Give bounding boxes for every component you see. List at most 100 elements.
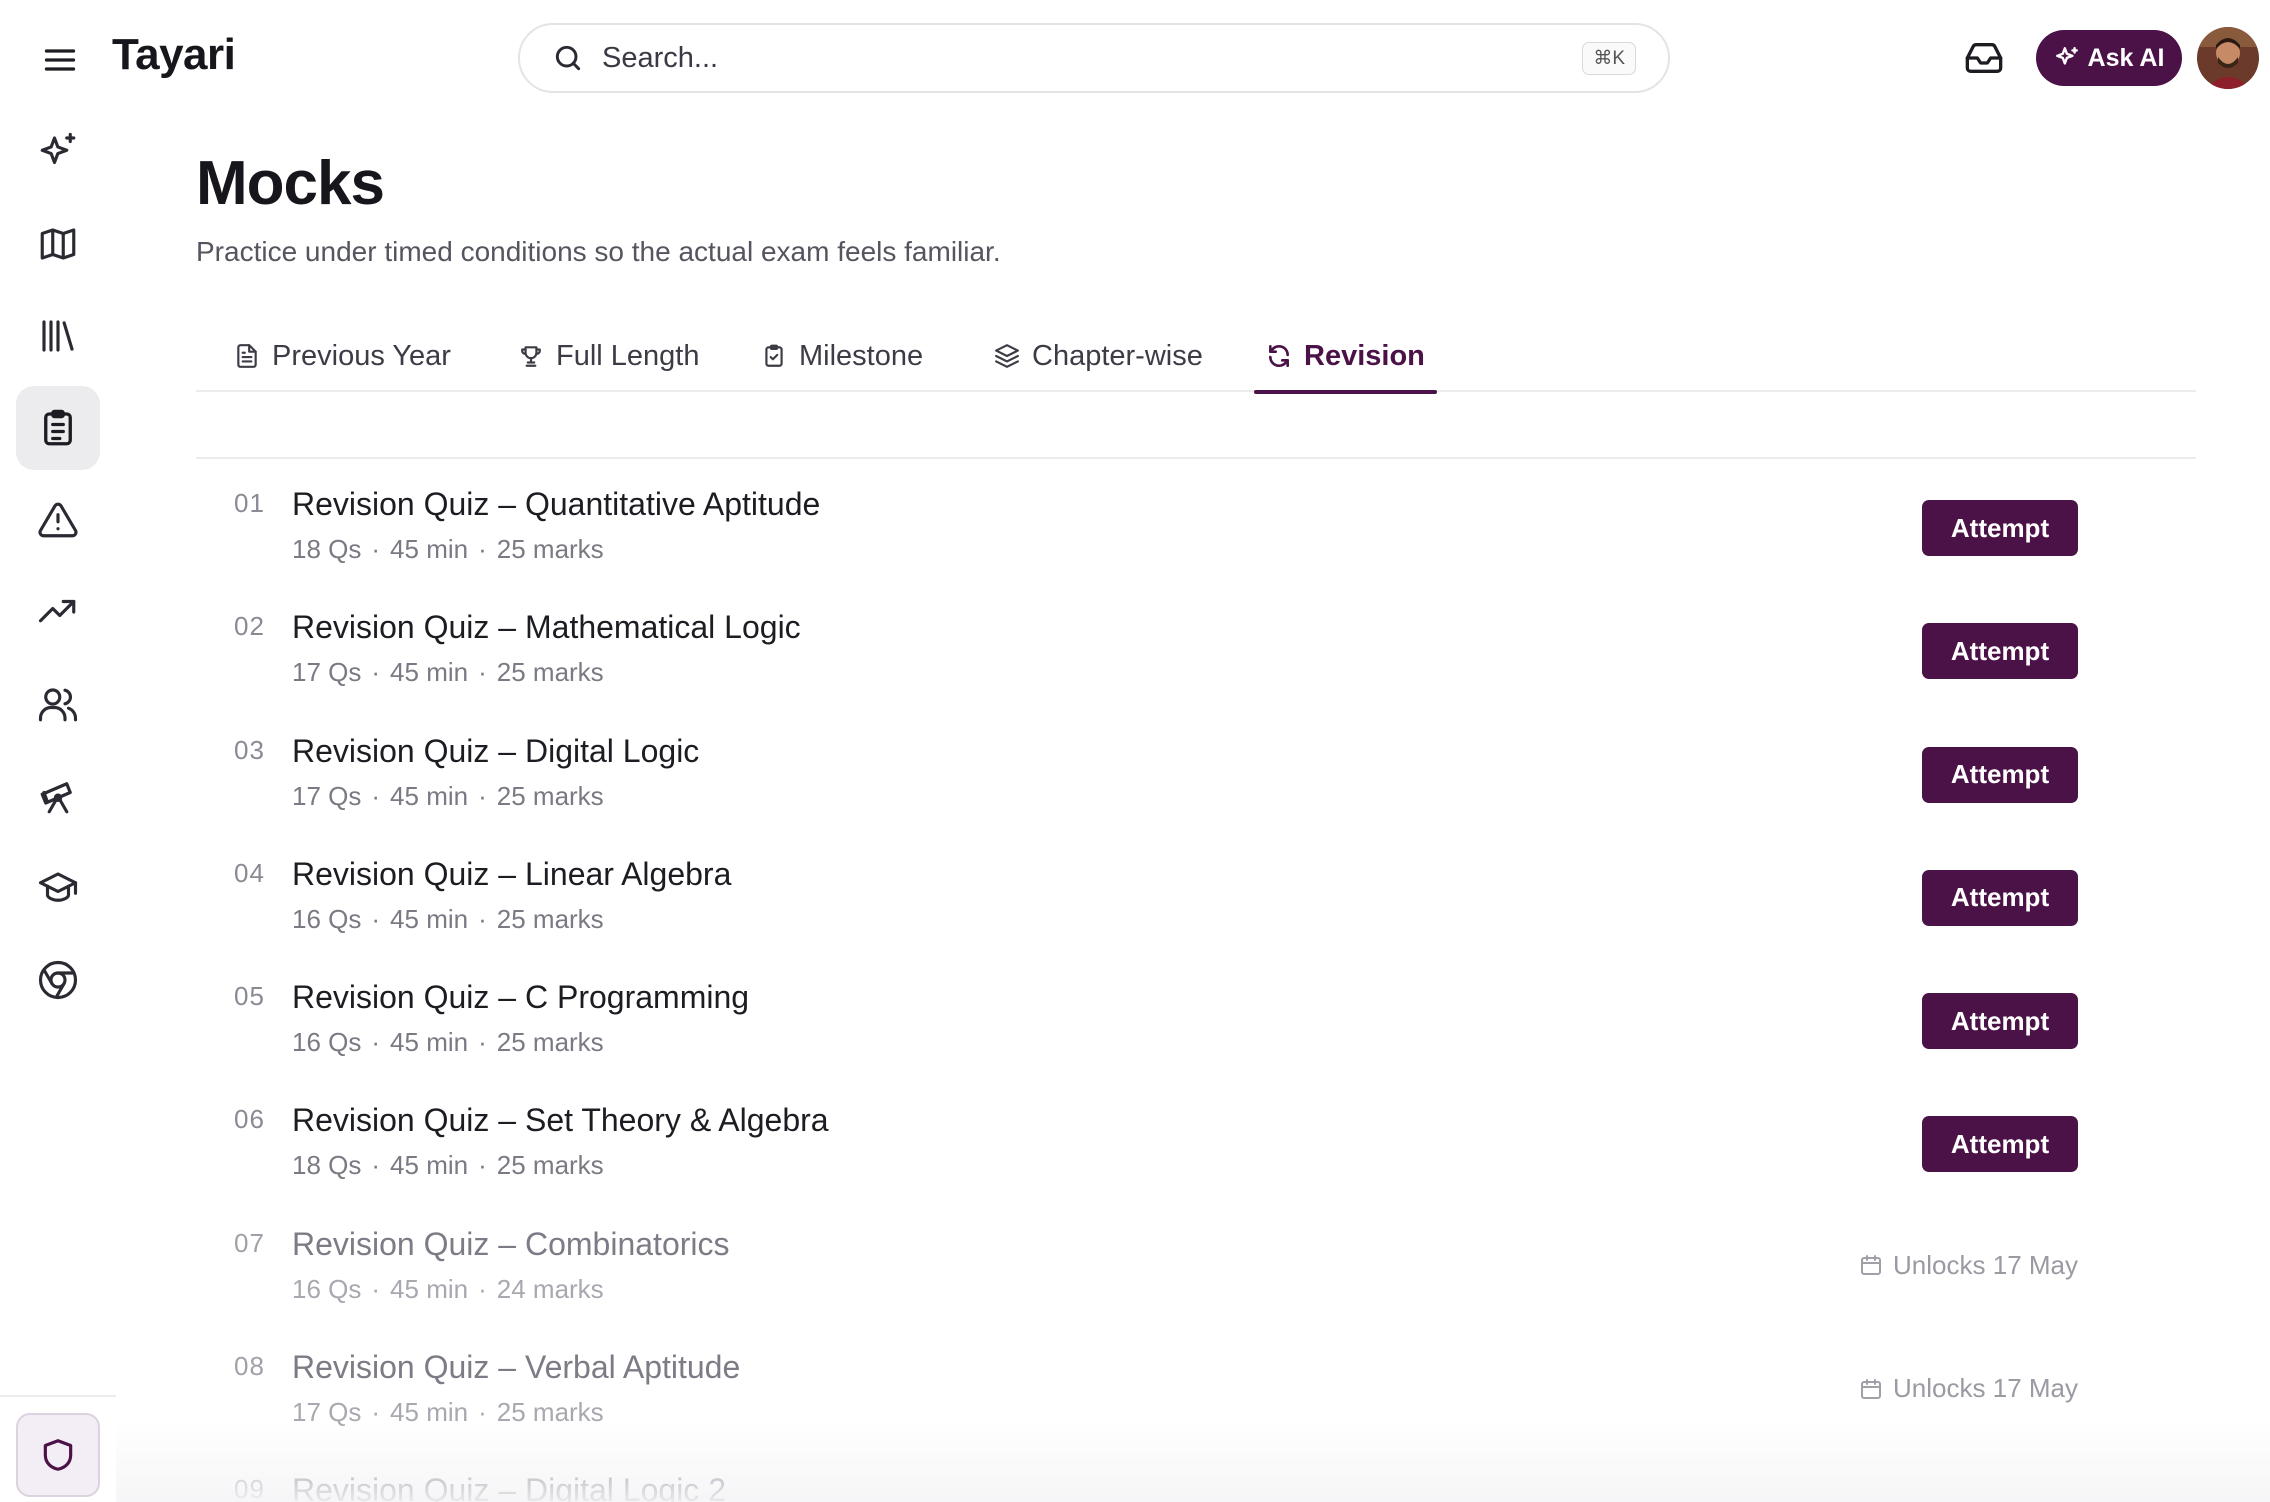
sidebar-divider [0, 1395, 116, 1397]
quiz-title: Revision Quiz – C Programming [292, 979, 750, 1016]
quiz-index: 06 [234, 1104, 265, 1135]
quiz-index: 03 [234, 734, 265, 765]
sidebar-item-roadmap[interactable] [16, 202, 100, 286]
quiz-row: 02 Revision Quiz – Mathematical Logic 17… [196, 581, 2120, 704]
tab-label: Previous Year [272, 339, 451, 372]
quiz-meta: 17 Qs · 45 min · 25 marks [292, 780, 604, 811]
ask-ai-label: Ask AI [2087, 43, 2165, 72]
mock-type-tabs: Previous Year Full Length Milestone Chap… [196, 320, 2196, 394]
sidebar-item-community[interactable] [16, 662, 100, 746]
graduation-cap-icon [38, 872, 78, 902]
calendar-icon [1861, 1378, 1882, 1399]
quiz-row-locked: 08 Revision Quiz – Verbal Aptitude 17 Qs… [196, 1321, 2120, 1444]
tab-revision[interactable]: Revision [1254, 320, 1437, 394]
quiz-title: Revision Quiz – Mathematical Logic [292, 609, 801, 646]
attempt-button[interactable]: Attempt [1922, 1116, 2078, 1173]
quiz-meta: 17 Qs · 45 min · 25 marks [292, 1397, 604, 1428]
quiz-meta: 18 Qs · 45 min · 25 marks [292, 534, 604, 564]
hamburger-icon [44, 49, 76, 71]
quiz-meta: 18 Qs · 45 min · 25 marks [292, 1150, 604, 1181]
page-subtitle: Practice under timed conditions so the a… [196, 236, 1001, 267]
attempt-button[interactable]: Attempt [1922, 869, 2078, 926]
sparkles-icon [40, 132, 76, 165]
tab-previous-year[interactable]: Previous Year [222, 320, 463, 392]
quiz-index: 01 [234, 488, 265, 518]
quiz-list: 01 Revision Quiz – Quantitative Aptitude… [196, 458, 2120, 1502]
file-text-icon [237, 344, 257, 368]
layers-icon [995, 344, 1019, 368]
quiz-title: Revision Quiz – Digital Logic [292, 732, 700, 769]
tab-chapter-wise[interactable]: Chapter-wise [982, 320, 1215, 392]
user-avatar[interactable] [2197, 27, 2259, 89]
quiz-title: Revision Quiz – Quantitative Aptitude [292, 486, 821, 522]
search-placeholder[interactable]: Search... [602, 42, 718, 75]
quiz-row-locked: 07 Revision Quiz – Combinatorics 16 Qs · 4… [196, 1198, 2120, 1321]
inbox-icon [1965, 43, 2003, 74]
attempt-button[interactable]: Attempt [1922, 993, 2078, 1050]
quiz-title: Revision Quiz – Combinatorics [292, 1225, 730, 1262]
sidebar-item-mocks[interactable] [16, 386, 100, 470]
shield-icon [43, 1439, 73, 1471]
attempt-button[interactable]: Attempt [1922, 500, 2078, 556]
quiz-row-locked: 09 Revision Quiz – Digital Logic 2 [196, 1444, 2120, 1502]
tab-full-length[interactable]: Full Length [506, 320, 712, 392]
unlock-date: Unlocks 17 May [1859, 1250, 2078, 1281]
quiz-title: Revision Quiz – Verbal Aptitude [292, 1349, 741, 1386]
library-icon [42, 320, 74, 352]
map-icon [40, 228, 76, 260]
quiz-meta: 17 Qs · 45 min · 25 marks [292, 657, 604, 688]
quiz-index: 09 [234, 1474, 265, 1502]
trending-up-icon [38, 599, 76, 623]
clipboard-list-icon [44, 409, 72, 446]
sidebar-item-courses[interactable] [16, 846, 100, 930]
attempt-button[interactable]: Attempt [1922, 746, 2078, 803]
telescope-icon [40, 782, 72, 814]
tab-milestone[interactable]: Milestone [749, 320, 935, 392]
quiz-title: Revision Quiz – Linear Algebra [292, 855, 732, 892]
quiz-row: 03 Revision Quiz – Digital Logic 17 Qs · 4… [196, 705, 2120, 828]
search-bar[interactable]: Search... ⌘K [518, 23, 1670, 93]
sidebar-item-library[interactable] [16, 294, 100, 378]
clipboard-check-icon [765, 344, 783, 367]
calendar-icon [1861, 1255, 1882, 1276]
tab-label: Chapter-wise [1032, 339, 1203, 372]
quiz-title: Revision Quiz – Set Theory & Algebra [292, 1102, 829, 1139]
refresh-icon [1269, 344, 1289, 368]
quiz-row: 04 Revision Quiz – Linear Algebra 16 Qs ·… [196, 828, 2120, 951]
ask-ai-button[interactable]: Ask AI [2036, 30, 2182, 86]
quiz-index: 05 [234, 981, 265, 1012]
trophy-icon [521, 346, 541, 367]
search-shortcut-badge: ⌘K [1582, 41, 1636, 75]
sidebar-item-ai[interactable] [16, 110, 100, 194]
quiz-index: 04 [234, 857, 265, 888]
unlock-date: Unlocks 17 May [1859, 1373, 2078, 1404]
attempt-button[interactable]: Attempt [1922, 623, 2078, 680]
quiz-meta: 16 Qs · 45 min · 25 marks [292, 1027, 604, 1058]
quiz-title: Revision Quiz – Digital Logic 2 [292, 1472, 726, 1502]
users-icon [38, 688, 78, 722]
sidebar-item-security[interactable] [16, 1413, 100, 1497]
sidebar-item-progress[interactable] [16, 570, 100, 654]
alert-triangle-icon [38, 502, 78, 538]
menu-button[interactable] [36, 36, 84, 84]
search-icon [555, 45, 581, 71]
quiz-index: 07 [234, 1227, 265, 1258]
app-logo[interactable]: Tayari [112, 30, 236, 80]
chrome-icon [38, 960, 78, 1000]
quiz-row: 01 Revision Quiz – Quantitative Aptitude… [196, 458, 2120, 581]
quiz-row: 06 Revision Quiz – Set Theory & Algebra … [196, 1074, 2120, 1197]
quiz-meta: 16 Qs · 45 min · 24 marks [292, 1273, 604, 1304]
quiz-index: 02 [234, 611, 265, 642]
avatar-image [2197, 27, 2259, 89]
tab-label: Revision [1304, 339, 1425, 372]
inbox-button[interactable] [1958, 32, 2010, 84]
sidebar-item-browser[interactable] [16, 938, 100, 1022]
quiz-row: 05 Revision Quiz – C Programming 16 Qs · 4… [196, 951, 2120, 1074]
tab-label: Milestone [799, 339, 924, 372]
sidebar-item-mistakes[interactable] [16, 478, 100, 562]
tab-label: Full Length [556, 339, 700, 372]
page-title: Mocks [196, 149, 385, 218]
sparkles-icon [2055, 47, 2078, 65]
sidebar-item-explore[interactable] [16, 754, 100, 838]
quiz-index: 08 [234, 1351, 265, 1382]
